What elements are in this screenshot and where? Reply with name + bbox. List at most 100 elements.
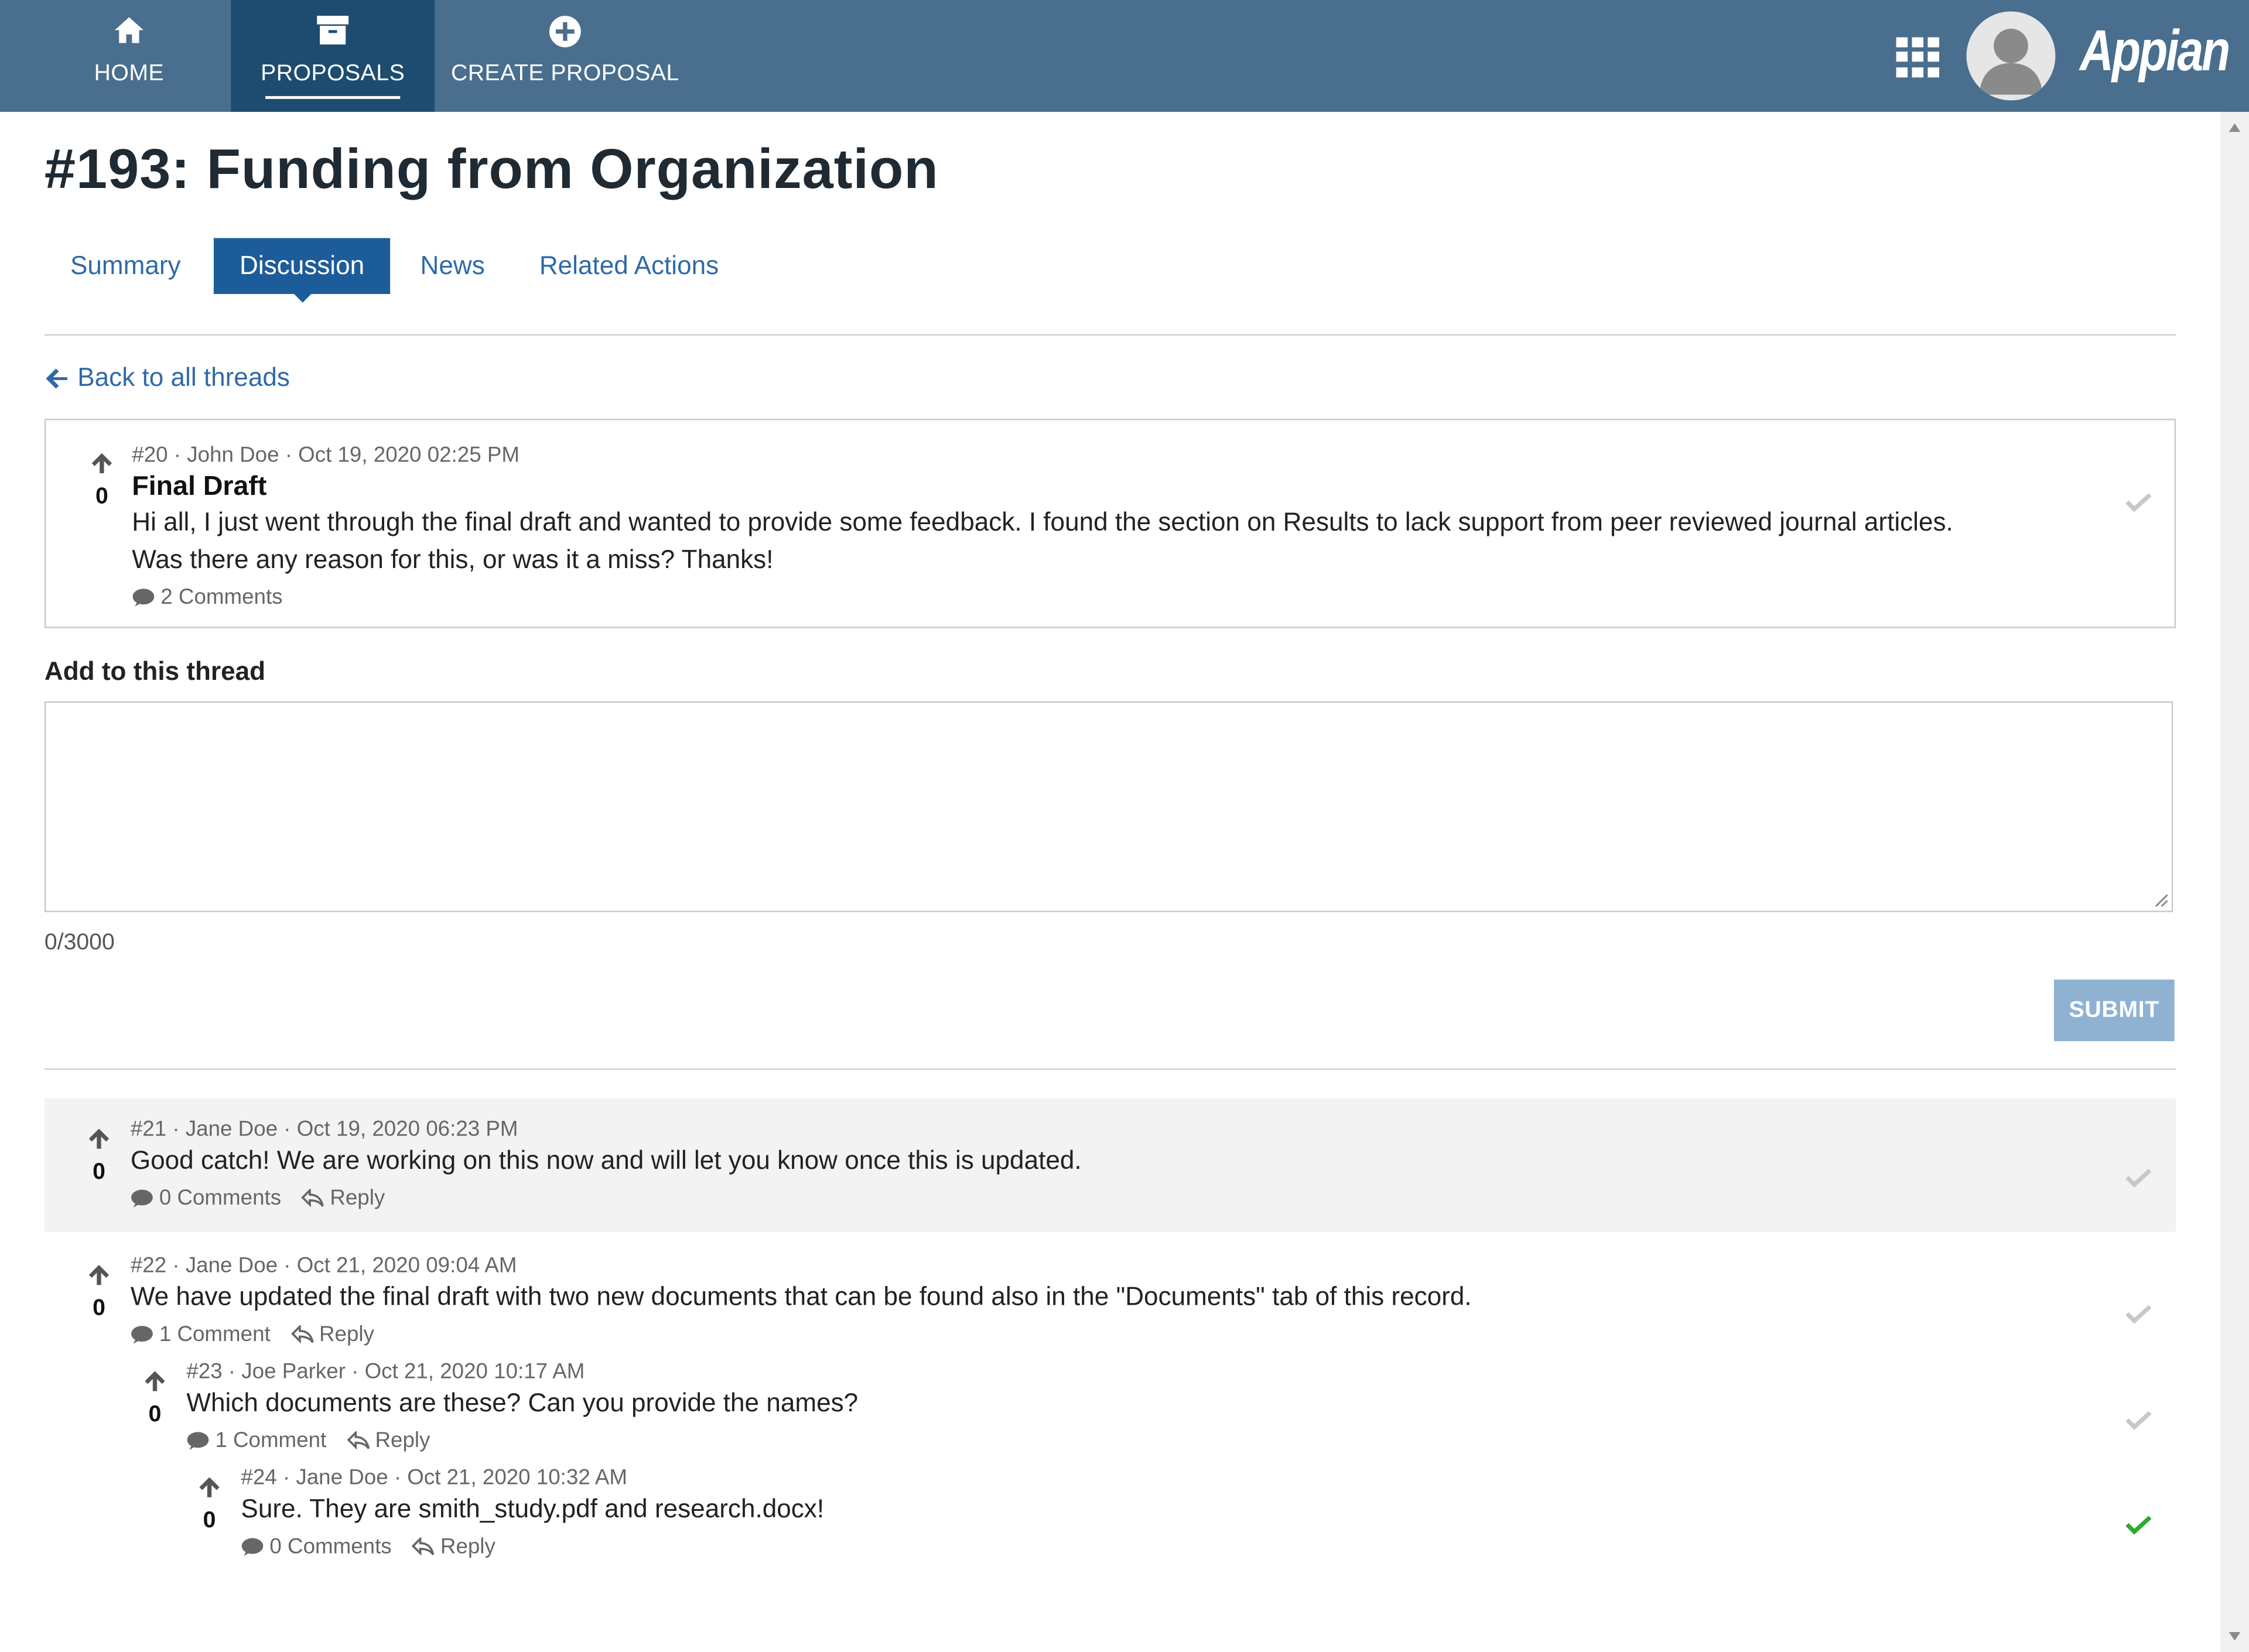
home-icon — [43, 14, 215, 52]
character-count: 0/3000 — [44, 931, 115, 956]
comments-count: 0 Comments — [159, 1186, 282, 1210]
checkmark-icon[interactable] — [2125, 492, 2152, 512]
vote-count: 0 — [95, 484, 108, 509]
reply-link[interactable]: Reply — [346, 1428, 430, 1453]
arrow-left-icon — [46, 368, 68, 388]
reply-arrow-icon — [346, 1431, 370, 1450]
top-navigation-bar: HOME PROPOSALS CREATE PROPOSAL Appian — [0, 0, 2249, 112]
post-body-line-1: Hi all, I just went through the final dr… — [132, 507, 1953, 536]
reply-link[interactable]: Reply — [301, 1186, 385, 1210]
reply-label: Reply — [319, 1322, 374, 1347]
archive-box-icon — [231, 14, 435, 52]
page-scrollbar[interactable] — [2220, 112, 2249, 1652]
post-actions: 1 Comment Reply — [131, 1322, 1472, 1347]
plus-circle-icon — [447, 14, 683, 52]
reply-link[interactable]: Reply — [290, 1322, 374, 1347]
comment-bubble-icon — [241, 1537, 264, 1555]
comments-count: 1 Comment — [159, 1322, 271, 1347]
post-body-line-2: Was there any reason for this, or was it… — [132, 545, 774, 574]
vote-count: 0 — [148, 1403, 162, 1427]
back-link-label: Back to all threads — [77, 362, 290, 392]
reply-label: Reply — [440, 1534, 495, 1559]
post-meta: #22 · Jane Doe · Oct 21, 2020 09:04 AM — [130, 1253, 517, 1278]
tab-summary[interactable]: Summary — [45, 238, 207, 295]
post-body: Good catch! We are working on this now a… — [130, 1145, 1082, 1175]
vote-count: 0 — [203, 1509, 216, 1533]
nav-home-label: HOME — [94, 61, 165, 86]
reply-post: #21 · Jane Doe · Oct 19, 2020 06:23 PM G… — [131, 1117, 1082, 1210]
thread-title: Final Draft — [132, 471, 267, 502]
submit-button[interactable]: SUBMIT — [2053, 979, 2175, 1041]
post-meta: #24 · Jane Doe · Oct 21, 2020 10:32 AM — [241, 1465, 628, 1490]
active-nav-underline — [265, 96, 401, 99]
checkmark-icon[interactable] — [2125, 1304, 2152, 1324]
nav-proposals-label: PROPOSALS — [261, 61, 405, 86]
checkmark-icon[interactable] — [2125, 1410, 2152, 1430]
comments-count: 2 Comments — [160, 585, 283, 610]
thread-post-content: #20 · John Doe · Oct 19, 2020 02:25 PM F… — [132, 443, 1953, 610]
post-meta: #23 · Joe Parker · Oct 21, 2020 10:17 AM — [186, 1359, 585, 1384]
appian-logo[interactable]: Appian — [2080, 20, 2230, 84]
vote-count: 0 — [93, 1296, 105, 1321]
post-meta: #20 · John Doe · Oct 19, 2020 02:25 PM — [132, 443, 519, 468]
comment-bubble-icon — [131, 1189, 153, 1207]
reply-post: #24 · Jane Doe · Oct 21, 2020 10:32 AM S… — [241, 1466, 824, 1559]
comments-link[interactable]: 1 Comment — [186, 1428, 326, 1453]
page-title: #193: Funding from Organization — [44, 139, 939, 201]
accepted-checkmark-icon[interactable] — [2125, 1514, 2152, 1535]
post-body: We have updated the final draft with two… — [130, 1282, 1472, 1311]
tab-news[interactable]: News — [394, 238, 510, 295]
vote-control: 0 — [195, 1476, 224, 1534]
composer-label: Add to this thread — [44, 656, 266, 686]
reply-label: Reply — [375, 1428, 430, 1453]
arrow-up-icon[interactable] — [87, 1264, 110, 1287]
tab-discussion[interactable]: Discussion — [213, 238, 391, 303]
vote-control: 0 — [87, 452, 116, 510]
arrow-up-icon[interactable] — [87, 1127, 110, 1150]
nav-create-label: CREATE PROPOSAL — [450, 61, 679, 86]
resize-handle-icon[interactable] — [2153, 892, 2169, 908]
user-avatar[interactable] — [1966, 11, 2056, 101]
reply-arrow-icon — [290, 1325, 313, 1344]
reply-arrow-icon — [301, 1189, 324, 1208]
post-body: Which documents are these? Can you provi… — [186, 1388, 859, 1417]
comment-bubble-icon — [132, 588, 155, 606]
back-to-threads-link[interactable]: Back to all threads — [45, 363, 290, 393]
post-actions: 2 Comments — [132, 585, 1953, 610]
vote-control: 0 — [84, 1127, 113, 1186]
comment-bubble-icon — [187, 1431, 209, 1449]
comments-count: 1 Comment — [215, 1428, 327, 1453]
nav-proposals[interactable]: PROPOSALS — [231, 0, 435, 112]
vote-control: 0 — [141, 1370, 169, 1428]
post-meta: #21 · Jane Doe · Oct 19, 2020 06:23 PM — [130, 1117, 518, 1142]
scroll-up-arrow-icon[interactable] — [2229, 123, 2241, 132]
app-grid-icon[interactable] — [1896, 37, 1940, 78]
vote-count: 0 — [93, 1160, 105, 1185]
tabs-divider — [44, 334, 2176, 336]
arrow-up-icon[interactable] — [90, 452, 113, 474]
comments-link[interactable]: 0 Comments — [241, 1534, 392, 1559]
scroll-down-arrow-icon[interactable] — [2229, 1632, 2241, 1641]
comments-link[interactable]: 2 Comments — [132, 585, 283, 610]
arrow-up-icon[interactable] — [198, 1476, 221, 1499]
tab-related-actions[interactable]: Related Actions — [514, 238, 744, 295]
post-actions: 0 Comments Reply — [241, 1534, 824, 1559]
nav-home[interactable]: HOME — [43, 0, 215, 112]
reply-post: #23 · Joe Parker · Oct 21, 2020 10:17 AM… — [186, 1360, 858, 1453]
post-actions: 1 Comment Reply — [186, 1428, 858, 1453]
reply-textarea[interactable] — [44, 701, 2173, 912]
reply-link[interactable]: Reply — [411, 1534, 495, 1559]
checkmark-icon[interactable] — [2125, 1167, 2152, 1188]
nav-create-proposal[interactable]: CREATE PROPOSAL — [447, 0, 683, 112]
vote-control: 0 — [84, 1264, 113, 1322]
reply-label: Reply — [330, 1186, 385, 1210]
comment-bubble-icon — [131, 1325, 153, 1343]
comments-link[interactable]: 1 Comment — [131, 1322, 271, 1347]
post-body: Sure. They are smith_study.pdf and resea… — [241, 1494, 825, 1523]
comments-link[interactable]: 0 Comments — [131, 1186, 281, 1210]
comments-count: 0 Comments — [269, 1534, 392, 1559]
thread-original-post: 0 #20 · John Doe · Oct 19, 2020 02:25 PM… — [44, 419, 2176, 628]
arrow-up-icon[interactable] — [143, 1370, 166, 1393]
composer-divider — [44, 1068, 2176, 1070]
post-actions: 0 Comments Reply — [131, 1186, 1082, 1210]
